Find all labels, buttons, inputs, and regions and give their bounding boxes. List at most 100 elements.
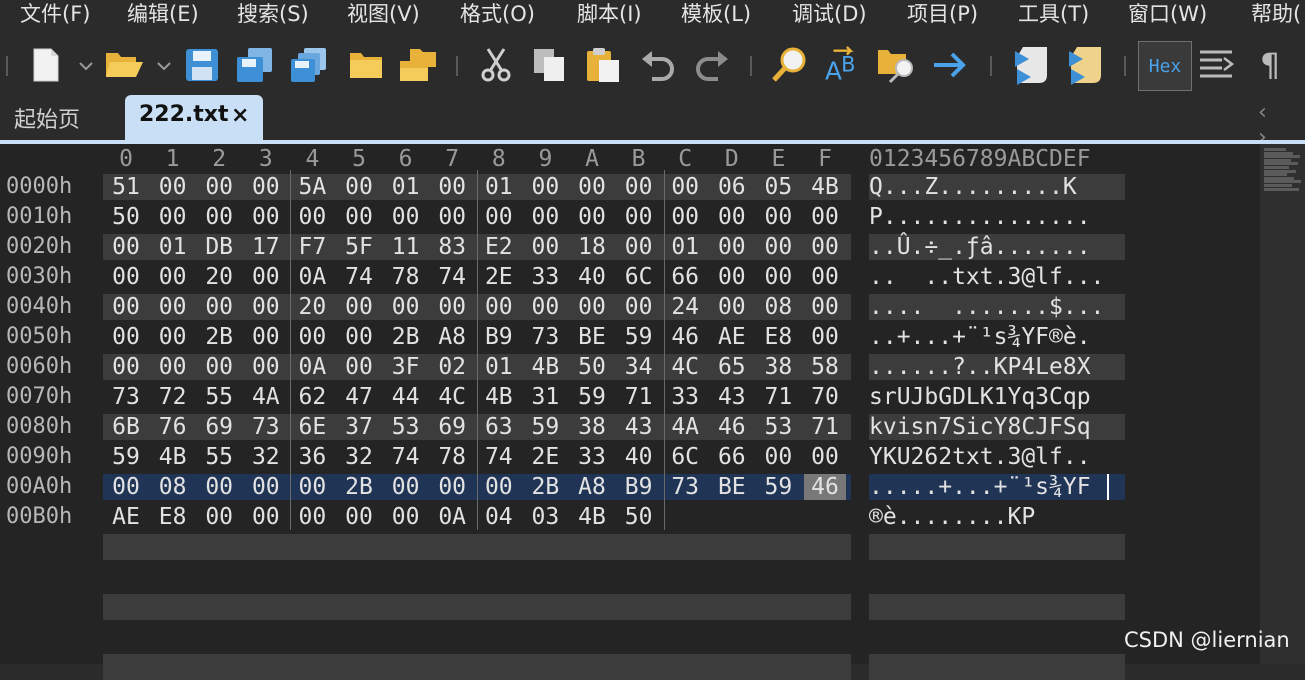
ascii-text[interactable]: ......?..KP4Le8X (869, 352, 1091, 382)
hex-byte[interactable]: 2E (476, 262, 522, 292)
hex-byte[interactable]: BE (709, 472, 755, 502)
hex-byte[interactable]: 00 (243, 292, 289, 322)
hex-byte[interactable]: 53 (383, 412, 429, 442)
ascii-text[interactable]: YKU262txt.3@lf.. (869, 442, 1091, 472)
hex-byte[interactable]: 37 (336, 412, 382, 442)
hex-byte[interactable]: 18 (569, 232, 615, 262)
ascii-text[interactable]: ..+...+¨¹s¾YF®è. (869, 322, 1091, 352)
hex-byte[interactable]: 50 (616, 502, 662, 532)
hex-byte[interactable]: B9 (476, 322, 522, 352)
hex-byte[interactable]: 0A (289, 352, 335, 382)
hex-byte[interactable]: 43 (709, 382, 755, 412)
hex-byte[interactable]: 00 (103, 472, 149, 502)
tab-start-page[interactable]: 起始页 (14, 102, 80, 134)
hex-byte[interactable]: 2B (522, 472, 568, 502)
menu-item[interactable]: 视图(V) (347, 0, 420, 30)
hex-byte[interactable]: 06 (709, 172, 755, 202)
hex-byte[interactable]: 50 (103, 202, 149, 232)
hex-byte[interactable]: 00 (196, 352, 242, 382)
hex-byte[interactable]: 4B (522, 352, 568, 382)
ascii-text[interactable]: .....+...+¨¹s¾YF (869, 472, 1091, 502)
hex-byte[interactable]: 01 (476, 352, 522, 382)
hex-byte[interactable]: 58 (802, 352, 848, 382)
hex-byte[interactable]: 00 (569, 292, 615, 322)
hex-byte[interactable]: 24 (662, 292, 708, 322)
hex-byte[interactable]: 17 (243, 232, 289, 262)
hex-byte[interactable]: 76 (150, 412, 196, 442)
hex-byte[interactable]: 00 (429, 472, 475, 502)
hex-byte[interactable]: 6C (662, 442, 708, 472)
open-multiple-icon[interactable] (398, 44, 438, 86)
find-in-files-icon[interactable] (876, 44, 916, 86)
hex-byte[interactable]: 00 (243, 322, 289, 352)
menu-item[interactable]: 工具(T) (1018, 0, 1089, 30)
hex-byte[interactable]: 00 (616, 292, 662, 322)
hex-byte[interactable]: 71 (616, 382, 662, 412)
hex-byte[interactable]: F7 (289, 232, 335, 262)
hex-byte[interactable]: 31 (522, 382, 568, 412)
hex-byte[interactable]: 66 (709, 442, 755, 472)
hex-byte[interactable]: 2B (336, 472, 382, 502)
replace-icon[interactable]: AB (824, 44, 864, 86)
hex-byte[interactable]: 00 (476, 202, 522, 232)
save-icon[interactable] (182, 44, 222, 86)
hex-byte[interactable]: 00 (569, 202, 615, 232)
hex-byte[interactable]: 00 (243, 172, 289, 202)
hex-byte[interactable]: 00 (336, 292, 382, 322)
hex-byte[interactable]: 46 (662, 322, 708, 352)
hex-byte[interactable]: 69 (429, 412, 475, 442)
menu-item[interactable]: 脚本(I) (577, 0, 642, 30)
hex-byte[interactable]: 05 (755, 172, 801, 202)
hex-byte[interactable]: 4B (802, 172, 848, 202)
hex-byte[interactable]: 20 (289, 292, 335, 322)
close-icon[interactable]: × (231, 103, 249, 128)
hex-byte[interactable]: 40 (569, 262, 615, 292)
hex-byte[interactable]: 5F (336, 232, 382, 262)
hex-byte[interactable]: 2B (196, 322, 242, 352)
hex-byte[interactable]: 00 (289, 502, 335, 532)
hex-byte[interactable]: 02 (429, 352, 475, 382)
hex-byte[interactable]: 00 (662, 172, 708, 202)
hex-byte[interactable]: 32 (243, 442, 289, 472)
menu-item[interactable]: 搜索(S) (237, 0, 309, 30)
hex-byte[interactable]: 00 (243, 202, 289, 232)
hex-byte[interactable]: 0A (289, 262, 335, 292)
hex-byte[interactable]: 70 (802, 382, 848, 412)
chevron-down-icon[interactable] (78, 58, 94, 74)
hex-byte[interactable]: 00 (383, 202, 429, 232)
hex-byte[interactable]: 01 (383, 172, 429, 202)
menu-item[interactable]: 编辑(E) (127, 0, 199, 30)
hex-byte[interactable]: 6B (103, 412, 149, 442)
menu-item[interactable]: 文件(F) (20, 0, 90, 30)
hex-byte[interactable]: 00 (755, 202, 801, 232)
ascii-text[interactable]: .. ..txt.3@lf... (869, 262, 1104, 292)
hex-byte[interactable]: 00 (476, 292, 522, 322)
hex-byte[interactable]: 00 (802, 232, 848, 262)
hex-byte[interactable]: 00 (243, 502, 289, 532)
hex-byte[interactable]: 4C (662, 352, 708, 382)
hex-byte[interactable]: 00 (150, 292, 196, 322)
menu-item[interactable]: 格式(O) (460, 0, 535, 30)
ascii-text[interactable]: kvisn7SicY8CJFSq (869, 412, 1091, 442)
hex-byte[interactable]: 34 (616, 352, 662, 382)
hex-byte[interactable]: 00 (289, 472, 335, 502)
new-file-icon[interactable] (26, 44, 66, 86)
menu-item[interactable]: 帮助( (1251, 0, 1301, 30)
hex-byte[interactable]: 4A (662, 412, 708, 442)
hex-byte[interactable]: 4B (569, 502, 615, 532)
run-template-icon[interactable] (1066, 44, 1106, 86)
minimap[interactable] (1260, 144, 1305, 664)
hex-byte[interactable]: DB (196, 232, 242, 262)
hex-byte[interactable]: 3F (383, 352, 429, 382)
ascii-text[interactable]: .... .......$... (869, 292, 1104, 322)
hex-byte[interactable]: 00 (103, 322, 149, 352)
hex-byte[interactable]: 00 (289, 322, 335, 352)
undo-icon[interactable] (638, 44, 678, 86)
hex-byte[interactable]: 00 (802, 322, 848, 352)
hex-byte[interactable]: 00 (429, 292, 475, 322)
hex-byte[interactable]: E8 (150, 502, 196, 532)
hex-byte[interactable]: 55 (196, 442, 242, 472)
hex-byte[interactable]: 20 (196, 262, 242, 292)
hex-byte[interactable]: 00 (336, 352, 382, 382)
save-as-icon[interactable] (236, 44, 276, 86)
